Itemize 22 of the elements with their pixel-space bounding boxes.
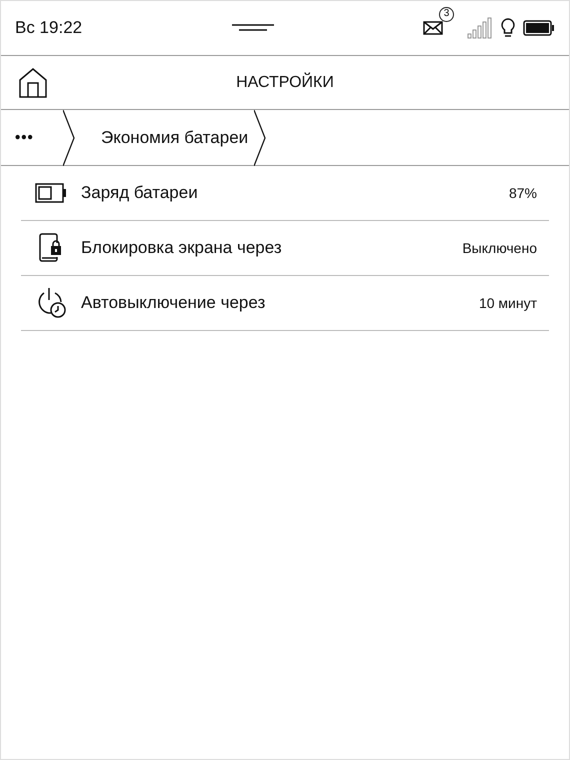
setting-value: Выключено [462,238,538,258]
chevron-divider-icon [254,110,266,166]
page-title: НАСТРОЙКИ [236,72,334,92]
battery-empty-icon [35,182,67,204]
setting-value: 87% [508,184,538,202]
power-timer-icon [36,287,66,319]
more-breadcrumb[interactable]: ••• [1,110,63,165]
breadcrumb-item[interactable]: Экономия батареи [75,110,254,165]
setting-label[interactable]: Блокировка экрана через [81,235,462,261]
chevron-divider-icon [63,110,75,166]
setting-label[interactable]: Заряд батареи [81,180,509,206]
phone-lock-icon [38,233,64,263]
battery-icon [523,20,555,36]
setting-value: 10 минут [478,294,538,313]
drag-handle-icon[interactable] [232,24,274,32]
setting-label[interactable]: Автовыключение через [81,290,479,316]
mail-icon[interactable] [423,20,443,35]
mail-count-badge: 3 [439,7,454,22]
home-icon[interactable] [19,68,47,98]
clock-time: Вс 19:22 [15,17,82,40]
light-bulb-icon[interactable] [501,18,515,38]
signal-icon [467,17,493,39]
